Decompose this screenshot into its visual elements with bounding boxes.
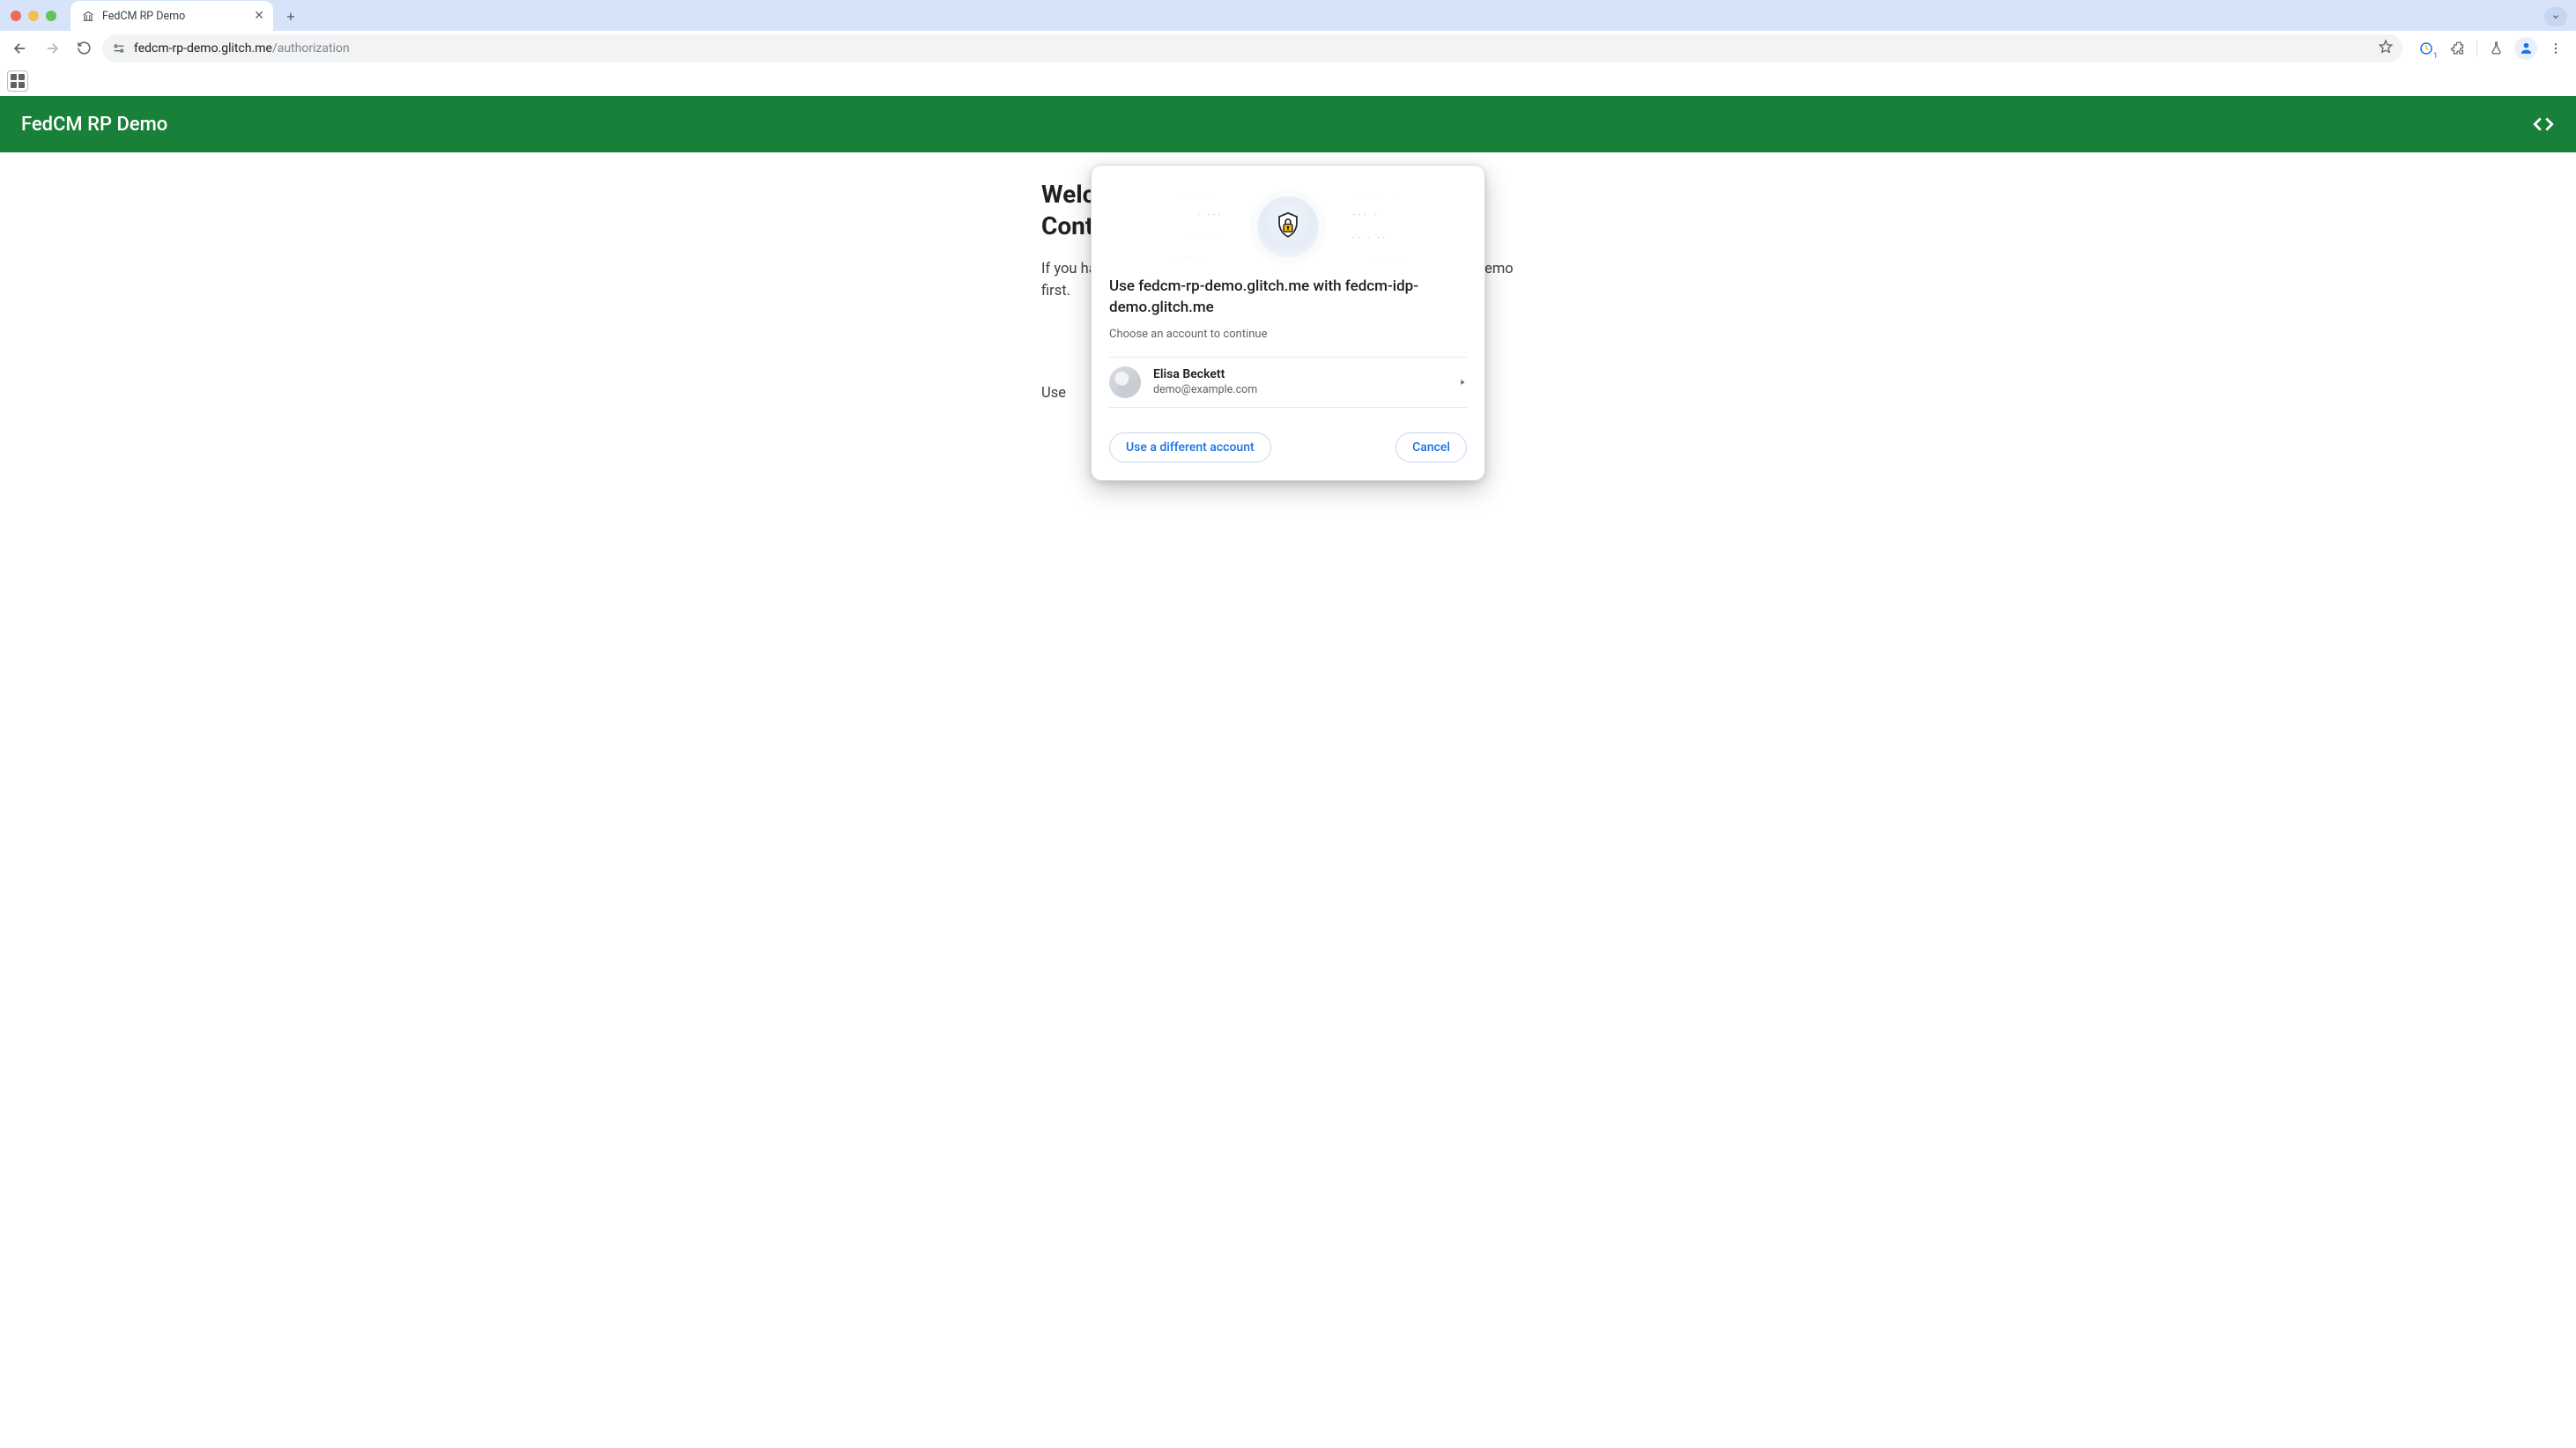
bookmarks-bar (0, 66, 2576, 96)
hero-blob (1257, 196, 1319, 258)
dialog-title: Use fedcm-rp-demo.glitch.me with fedcm-i… (1109, 277, 1467, 319)
account-avatar (1109, 366, 1141, 398)
window-minimize-button[interactable] (28, 11, 39, 21)
kebab-menu-icon[interactable] (2543, 35, 2569, 62)
speckle-decor: • ••• (1197, 211, 1223, 220)
speckle-decor: ·· · ·· (1373, 254, 1405, 262)
page-viewport: FedCM RP Demo Welcome to FedCM RP Demo w… (0, 96, 2576, 419)
window-zoom-button[interactable] (46, 11, 56, 21)
new-tab-button[interactable]: + (278, 4, 303, 28)
address-bar[interactable]: fedcm-rp-demo.glitch.me/authorization (102, 34, 2402, 63)
fedcm-dialog: · ·· ··· ··· ·· · • ••• ••• • ·· · ··· •… (1091, 165, 1485, 481)
app-title: FedCM RP Demo (21, 114, 167, 136)
app-header: FedCM RP Demo (0, 96, 2576, 152)
window-controls (11, 11, 56, 21)
nav-forward-button[interactable] (39, 35, 65, 62)
url-path: /authorization (272, 41, 350, 55)
url-text: fedcm-rp-demo.glitch.me/authorization (134, 41, 350, 55)
account-email: demo@example.com (1153, 383, 1257, 396)
view-source-icon[interactable] (2532, 113, 2555, 136)
browser-tabstrip: FedCM RP Demo ✕ + (0, 0, 2576, 31)
window-close-button[interactable] (11, 11, 21, 21)
tab-search-button[interactable] (2544, 7, 2567, 26)
speckle-decor: · ·· ··· (1180, 192, 1218, 201)
tab-title: FedCM RP Demo (102, 10, 185, 23)
speckle-decor: ··· ·· · (1358, 192, 1396, 201)
dialog-subtitle: Choose an account to continue (1109, 328, 1467, 341)
lock-shield-icon (1273, 211, 1303, 244)
bookmark-star-icon[interactable] (2378, 39, 2394, 58)
speckle-decor: ·· · ··· (1188, 234, 1226, 243)
tab-close-button[interactable]: ✕ (254, 9, 264, 23)
tab-favicon-bank-icon (81, 9, 95, 23)
account-name: Elisa Beckett (1153, 367, 1257, 381)
account-row[interactable]: Elisa Beckett demo@example.com (1109, 357, 1467, 408)
use-different-account-button[interactable]: Use a different account (1109, 432, 1271, 462)
profile-avatar-button[interactable] (2514, 37, 2537, 60)
dialog-hero: · ·· ··· ··· ·· · • ••• ••• • ·· · ··· •… (1109, 183, 1467, 271)
toolbar-divider (2476, 41, 2477, 56)
apps-grid-icon[interactable] (7, 70, 28, 92)
speckle-decor: •• • •• (1351, 234, 1388, 243)
para2-prefix: Use (1041, 385, 1070, 402)
cancel-button[interactable]: Cancel (1395, 432, 1467, 462)
site-settings-icon[interactable] (111, 41, 127, 56)
url-domain: fedcm-rp-demo.glitch.me (134, 41, 272, 55)
speckle-decor: ••• • (1353, 211, 1379, 220)
browser-tab[interactable]: FedCM RP Demo ✕ (70, 1, 273, 31)
labs-flask-icon[interactable] (2483, 35, 2509, 62)
chevron-right-icon (1458, 373, 1467, 390)
nav-back-button[interactable] (7, 35, 33, 62)
browser-toolbar: fedcm-rp-demo.glitch.me/authorization 1 (0, 31, 2576, 66)
speckle-decor: · ··· · (1171, 254, 1203, 262)
extensions-puzzle-icon[interactable] (2445, 35, 2471, 62)
nav-reload-button[interactable] (70, 35, 97, 62)
extension-devtools-icon[interactable]: 1 (2413, 35, 2439, 62)
